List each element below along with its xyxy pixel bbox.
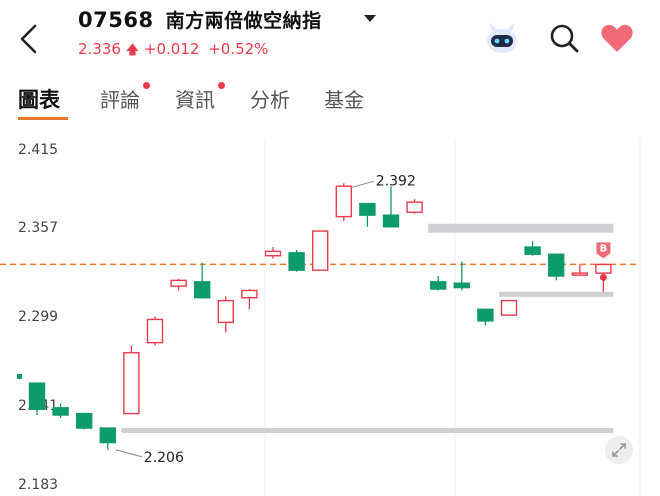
price-band bbox=[428, 223, 614, 233]
low-price-label: 2.206 bbox=[144, 450, 184, 466]
up-arrow-icon: 🡅 bbox=[125, 43, 140, 58]
chart-plot: 2.392 2.206 B bbox=[0, 138, 641, 496]
candle-body bbox=[477, 308, 494, 322]
candle-body bbox=[264, 250, 282, 257]
left-edge-marker bbox=[17, 373, 22, 379]
candle-body bbox=[170, 279, 187, 287]
candle-body bbox=[123, 352, 140, 415]
candle-body bbox=[382, 214, 400, 228]
tab-label: 資訊 bbox=[175, 88, 215, 112]
tab-news[interactable]: 資訊 bbox=[175, 82, 225, 113]
candle-body bbox=[524, 246, 541, 255]
tab-comments[interactable]: 評論 bbox=[100, 82, 150, 113]
back-arrow-icon[interactable] bbox=[14, 22, 44, 56]
price-change-pct: +0.52% bbox=[208, 40, 269, 58]
heart-icon[interactable] bbox=[600, 23, 634, 53]
high-price-label: 2.392 bbox=[376, 173, 416, 189]
active-tab-underline bbox=[18, 117, 68, 120]
tab-label: 基金 bbox=[324, 88, 364, 112]
candle-body bbox=[406, 201, 423, 213]
last-trade-dot bbox=[599, 273, 607, 281]
expand-icon[interactable] bbox=[605, 436, 633, 464]
tab-analysis[interactable]: 分析 bbox=[250, 84, 290, 113]
notification-dot bbox=[218, 82, 225, 89]
price-band bbox=[121, 427, 614, 433]
tab-label: 評論 bbox=[100, 88, 140, 112]
robot-assistant-icon[interactable] bbox=[483, 21, 521, 55]
candle-body bbox=[312, 230, 329, 271]
low-pointer bbox=[115, 449, 142, 458]
candle-body bbox=[99, 427, 117, 444]
candle-body bbox=[52, 407, 69, 416]
price-band bbox=[499, 291, 614, 297]
candle-body bbox=[146, 318, 164, 344]
high-pointer bbox=[351, 180, 374, 188]
price-quote: 2.336 🡅 +0.012 +0.52% bbox=[78, 40, 268, 63]
stock-code: 07568 bbox=[78, 8, 154, 32]
candle-body bbox=[359, 202, 376, 216]
last-price: 2.336 bbox=[78, 40, 121, 58]
candle-body bbox=[430, 281, 447, 290]
candle-body bbox=[288, 252, 305, 271]
candle-body bbox=[28, 382, 46, 410]
tab-label: 分析 bbox=[250, 88, 290, 112]
candle-body bbox=[571, 272, 588, 276]
dropdown-caret-icon[interactable] bbox=[364, 15, 376, 22]
stock-name: 南方兩倍做空納指 bbox=[165, 10, 322, 32]
notification-dot bbox=[143, 82, 150, 89]
candle-body bbox=[75, 412, 93, 429]
tab-bar: 圖表 評論 資訊 分析 基金 bbox=[0, 82, 660, 124]
candle-body bbox=[217, 299, 235, 324]
candle-body bbox=[453, 282, 470, 289]
candle-body bbox=[335, 185, 352, 218]
candle-body bbox=[500, 299, 518, 316]
tab-label: 圖表 bbox=[18, 88, 60, 112]
candle-body bbox=[241, 289, 258, 299]
candle-body bbox=[193, 281, 211, 299]
search-icon[interactable] bbox=[548, 22, 580, 54]
tab-fund[interactable]: 基金 bbox=[324, 84, 364, 113]
tab-chart[interactable]: 圖表 bbox=[18, 84, 60, 114]
candle-body bbox=[595, 263, 612, 274]
candlestick-chart[interactable]: 2.415 2.357 2.299 2.241 2.183 2.3922.206… bbox=[0, 130, 660, 496]
candle-body bbox=[548, 253, 565, 277]
stock-title[interactable]: 07568 南方兩倍做空納指 bbox=[78, 6, 322, 33]
buy-marker-label: B bbox=[600, 243, 608, 254]
price-change: +0.012 bbox=[143, 40, 200, 58]
